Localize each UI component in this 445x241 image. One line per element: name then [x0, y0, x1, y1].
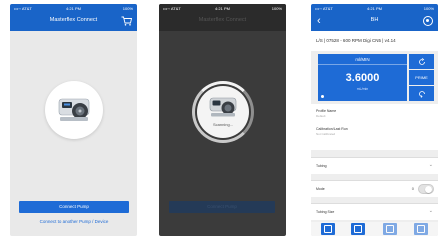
scanning-panel: Scanning... — [197, 86, 249, 138]
stop-button[interactable] — [383, 223, 397, 235]
save-button[interactable] — [351, 223, 365, 235]
pump-illustration — [45, 81, 103, 139]
connect-pump-button[interactable]: Connect Pump — [19, 201, 129, 213]
calibration-value: Not Calibrated — [316, 132, 336, 136]
status-carrier: •••◦◦ AT&T — [163, 6, 181, 11]
status-battery: 100% — [122, 6, 133, 11]
calibration-label: Calibration/Last Run — [316, 127, 348, 131]
status-carrier: •••◦◦ AT&T — [315, 6, 333, 11]
refresh-icon — [418, 57, 425, 65]
status-bar: •••◦◦ AT&T 4:21 PM 100% — [159, 4, 286, 12]
mode-toggle[interactable] — [418, 184, 434, 194]
status-battery: 100% — [271, 6, 282, 11]
tubing-size-label: Tubing Size — [316, 210, 335, 214]
tubing-row[interactable]: Tubing ⌄ — [311, 157, 438, 174]
device-info-row: L/S | 07528 - 600 RPM Digi CN5 | v4.14 — [311, 31, 438, 51]
settings-icon — [417, 225, 425, 233]
nav-title: Masterflex Connect — [49, 17, 98, 23]
phone-screen-scanning: •••◦◦ AT&T 4:21 PM 100% Masterflex Conne… — [159, 4, 286, 236]
scanning-text: Scanning... — [212, 122, 233, 127]
connect-pump-button: Connect Pump — [169, 201, 275, 213]
nav-bar: ‹ BH — [311, 12, 438, 31]
status-time: 4:21 PM — [66, 6, 81, 11]
nav-title: BH — [370, 17, 379, 23]
status-bar: •••◦◦ AT&T 4:21 PM 100% — [311, 4, 438, 12]
profile-label: Profile Name — [316, 109, 337, 113]
nav-bar: Masterflex Connect — [10, 12, 137, 31]
settings-button[interactable] — [414, 223, 428, 235]
stop-icon — [386, 225, 394, 233]
indicator-dot-icon — [321, 95, 324, 98]
nav-title: Masterflex Connect — [198, 17, 247, 23]
profile-value: Default — [316, 114, 326, 118]
pump-icon — [209, 97, 237, 117]
direction-button[interactable] — [409, 86, 434, 101]
connect-another-device-link[interactable]: Connect to another Pump / Device — [19, 219, 129, 224]
gear-icon[interactable] — [423, 16, 433, 26]
mode-row[interactable]: Mode 0 — [311, 180, 438, 197]
run-icon — [324, 225, 332, 233]
device-name: L/S | 07528 - 600 RPM Digi CN5 | v4.14 — [316, 38, 396, 43]
status-time: 4:21 PM — [367, 6, 382, 11]
status-bar: •••◦◦ AT&T 4:21 PM 100% — [10, 4, 137, 12]
pump-icon — [58, 98, 90, 121]
status-time: 4:21 PM — [215, 6, 230, 11]
flow-rate-value: 3.6000 — [345, 72, 380, 84]
mode-row-label: Mode — [316, 187, 325, 191]
chevron-down-icon: ⌄ — [428, 208, 433, 214]
bottom-toolbar — [311, 222, 438, 236]
mode-label: ml/MIN — [318, 54, 407, 65]
mode-value: 0 — [411, 186, 414, 191]
flow-rate-panel[interactable]: ml/MIN 3.6000 mL/min — [318, 54, 407, 101]
cart-icon[interactable] — [121, 16, 132, 26]
run-button[interactable] — [321, 223, 335, 235]
flow-rate-unit: mL/min — [356, 87, 369, 91]
tubing-label: Tubing — [316, 164, 327, 168]
nav-bar: Masterflex Connect — [159, 12, 286, 31]
status-carrier: •••◦◦ AT&T — [14, 6, 32, 11]
refresh-button[interactable] — [409, 54, 434, 69]
chevron-down-icon: ⌄ — [428, 162, 433, 168]
status-battery: 100% — [423, 6, 434, 11]
profile-info: Profile Name Default Calibration/Last Ru… — [311, 104, 438, 150]
prime-button[interactable]: PRIME — [409, 70, 434, 85]
save-icon — [354, 225, 362, 233]
tubing-size-row[interactable]: Tubing Size ⌄ — [311, 203, 438, 220]
direction-icon — [418, 90, 425, 98]
phone-screen-home: •••◦◦ AT&T 4:21 PM 100% Masterflex Conne… — [10, 4, 137, 236]
phone-screen-pump-control: •••◦◦ AT&T 4:21 PM 100% ‹ BH L/S | 07528… — [311, 4, 438, 236]
